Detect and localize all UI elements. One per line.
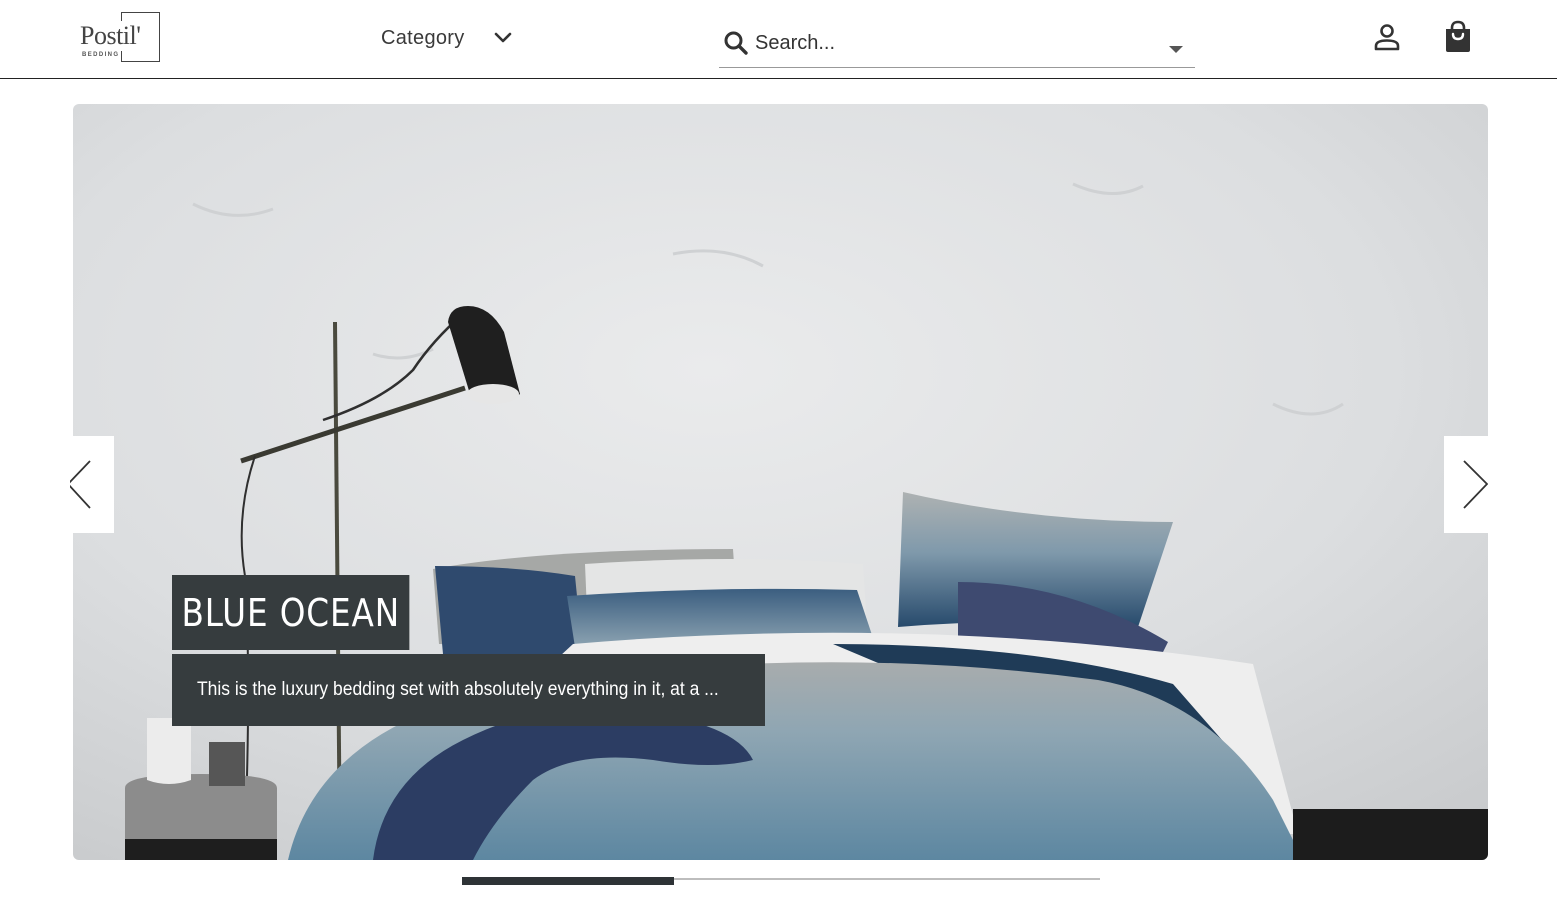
- site-header: Postil' BEDDING Category: [0, 0, 1557, 79]
- category-dropdown[interactable]: Category: [381, 24, 513, 52]
- carousel-next-button[interactable]: [1444, 436, 1488, 533]
- carousel-progress-indicator: [462, 877, 674, 885]
- search-bar: [719, 24, 1195, 68]
- hero-slide: [73, 104, 1488, 860]
- chevron-right-icon: [1463, 460, 1488, 509]
- carousel-prev-button[interactable]: [70, 436, 114, 533]
- slide-title: BLUE OCEAN: [172, 575, 410, 650]
- caret-down-icon[interactable]: [1169, 46, 1183, 53]
- chevron-left-icon: [70, 460, 91, 509]
- hero-image: [73, 104, 1488, 860]
- slide-description-text: This is the luxury bedding set with abso…: [197, 679, 719, 700]
- category-label: Category: [381, 26, 465, 49]
- shopping-bag-icon[interactable]: [1443, 20, 1473, 54]
- search-icon[interactable]: [723, 30, 749, 56]
- slide-description: This is the luxury bedding set with abso…: [172, 654, 765, 726]
- user-icon[interactable]: [1372, 22, 1402, 52]
- search-input[interactable]: [755, 28, 1155, 58]
- chevron-down-icon: [494, 32, 511, 43]
- brand-tagline: BEDDING: [82, 52, 120, 58]
- brand-logo[interactable]: Postil' BEDDING: [78, 11, 162, 63]
- brand-name: Postil': [80, 21, 142, 51]
